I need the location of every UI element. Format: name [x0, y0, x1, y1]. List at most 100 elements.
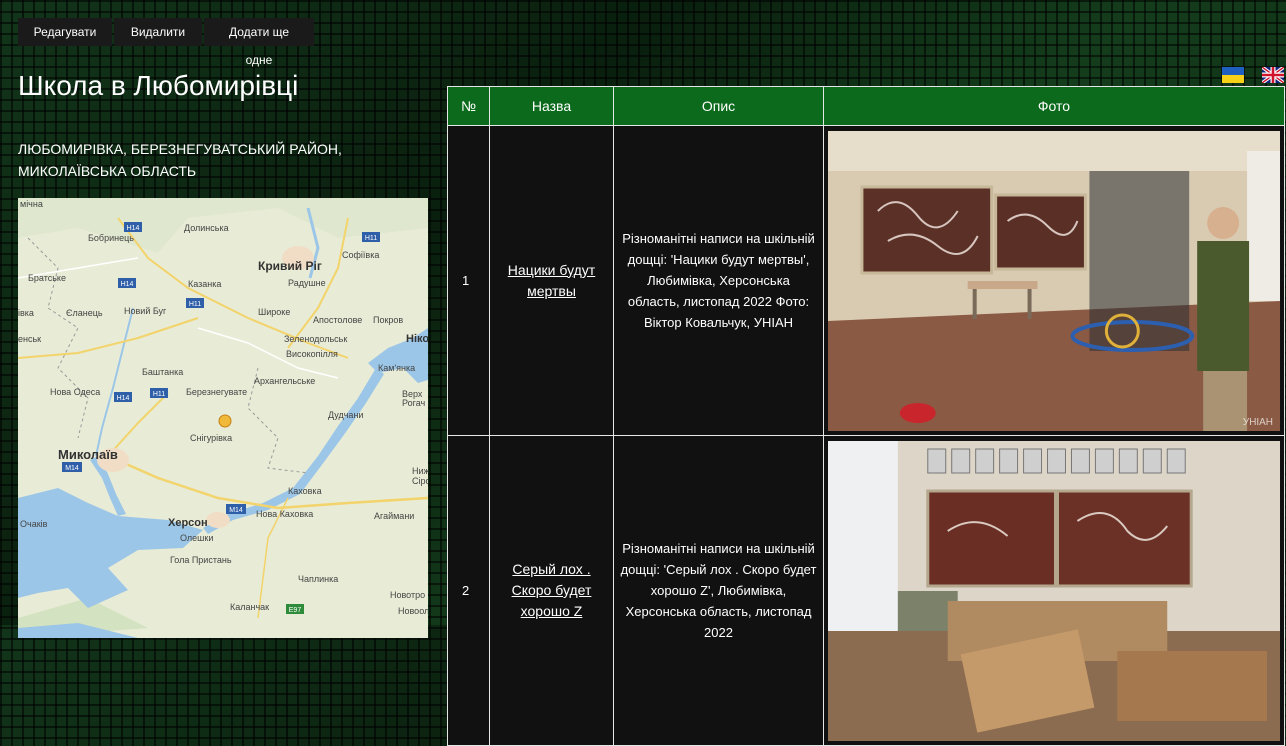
photo-window — [1247, 150, 1280, 301]
ukraine-flag-icon[interactable] — [1222, 67, 1244, 83]
photo-ceiling — [828, 130, 1280, 171]
map-label: Долинська — [184, 223, 229, 233]
svg-text:H14: H14 — [117, 395, 130, 402]
route-shield-h14: H14 — [124, 222, 142, 232]
photo-image — [828, 440, 1280, 741]
map-label-major: Херсон — [168, 517, 208, 529]
map-label: Чаплинка — [298, 574, 338, 584]
map-label: Сірог — [412, 476, 428, 486]
svg-text:H11: H11 — [365, 235, 377, 242]
map-label: Нова Каховка — [256, 509, 313, 519]
map-label: Кам'янка — [378, 363, 415, 373]
edit-button[interactable]: Редагувати — [18, 18, 112, 46]
map-label: Єланець — [66, 308, 103, 318]
location-pin-icon[interactable] — [218, 414, 232, 428]
svg-text:H14: H14 — [121, 281, 134, 288]
photo-chalkboard — [860, 185, 994, 274]
photo-portraits — [927, 448, 1186, 473]
page-title: Школа в Любомирівці — [18, 70, 299, 101]
map-label: Ниж — [412, 466, 428, 476]
map-label-major: Миколаїв — [58, 447, 118, 462]
svg-text:H14: H14 — [127, 225, 140, 232]
map-label: Бобринець — [88, 233, 134, 243]
map-label: Новотро — [390, 590, 425, 600]
photo-person-head — [1207, 206, 1240, 239]
map-label: івка — [18, 308, 34, 318]
map-canvas: H14 H11 H14 H11 H11 H14 M14 M14 E97 мічн… — [18, 198, 428, 638]
classroom-photo[interactable] — [828, 440, 1280, 741]
column-header-number: № — [447, 86, 490, 126]
column-header-name: Назва — [489, 86, 614, 126]
photo-desk — [967, 280, 1038, 289]
photo-debris — [899, 402, 936, 423]
table-row: 2 Серый лох . Скоро будет хорошо Z Різно… — [447, 435, 1285, 746]
svg-text:H11: H11 — [153, 391, 165, 398]
map-label-major: Кривий Ріг — [258, 259, 322, 273]
map-label: мічна — [20, 199, 43, 209]
map-city-area — [206, 512, 230, 528]
map-label: Зеленодольськ — [284, 334, 347, 344]
row-photo-cell: УНІАН — [823, 125, 1285, 436]
row-number: 2 — [447, 435, 490, 746]
map-label: Братське — [28, 273, 66, 283]
map-label: Агаймани — [374, 511, 414, 521]
map-label: Каховка — [288, 486, 322, 496]
route-shield-m14-2: M14 — [226, 504, 246, 514]
map-label: Нова Одеса — [50, 387, 100, 397]
photo-person-legs — [1203, 370, 1248, 431]
route-shield-m14: M14 — [62, 462, 82, 472]
column-header-description: Опис — [613, 86, 824, 126]
table-header-row: № Назва Опис Фото — [447, 86, 1285, 126]
map-label: Дудчани — [328, 410, 363, 420]
delete-button[interactable]: Видалити — [114, 18, 202, 46]
map-label: Радушне — [288, 278, 326, 288]
add-another-button[interactable]: Додати ще одне — [204, 18, 314, 67]
svg-text:M14: M14 — [229, 507, 243, 514]
row-name-link[interactable]: Нацики будут мертвы — [508, 262, 595, 299]
photo-desk-leg — [972, 288, 977, 319]
map-label: Очаків — [20, 519, 48, 529]
photos-table: № Назва Опис Фото 1 Нацики будут мертвы … — [447, 86, 1285, 746]
map-label: Каланчак — [230, 602, 269, 612]
map-label: Рогач — [402, 398, 426, 408]
map-label: енськ — [18, 334, 41, 344]
map-label: Баштанка — [142, 367, 183, 377]
route-shield-h14-2: H14 — [118, 278, 136, 288]
photo-chalkboard — [1055, 489, 1193, 587]
location-map[interactable]: H14 H11 H14 H11 H11 H14 M14 M14 E97 мічн… — [18, 198, 428, 638]
map-label: Широке — [258, 307, 290, 317]
route-shield-h11-3: H11 — [150, 388, 168, 398]
row-name-link[interactable]: Серый лох . Скоро будет хорошо Z — [512, 561, 592, 619]
photo-person-body — [1197, 240, 1250, 371]
route-shield-h14-3: H14 — [114, 392, 132, 402]
uk-flag-icon[interactable] — [1262, 67, 1284, 83]
photo-watermark: УНІАН — [1243, 416, 1273, 427]
photo-image: УНІАН — [828, 130, 1280, 431]
row-name-cell: Серый лох . Скоро будет хорошо Z — [489, 435, 614, 746]
svg-text:M14: M14 — [65, 465, 79, 472]
row-name-cell: Нацики будут мертвы — [489, 125, 614, 436]
map-label: Новий Буг — [124, 306, 167, 316]
map-label: Новоол — [398, 606, 428, 616]
photo-desk-leg — [1027, 288, 1032, 319]
classroom-photo[interactable]: УНІАН — [828, 130, 1280, 431]
map-label: Софіївка — [342, 250, 379, 260]
photo-curtain — [828, 440, 898, 641]
map-label: Казанка — [188, 279, 221, 289]
route-shield-h11: H11 — [362, 232, 380, 242]
map-label: Покров — [373, 315, 403, 325]
svg-text:H11: H11 — [189, 301, 201, 308]
route-shield-e97: E97 — [286, 604, 304, 614]
table-row: 1 Нацики будут мертвы Різноманітні напис… — [447, 125, 1285, 436]
map-label: Апостолове — [313, 315, 362, 325]
row-number: 1 — [447, 125, 490, 436]
map-label: Олешки — [180, 533, 213, 543]
map-label: Архангельське — [254, 376, 315, 386]
row-photo-cell — [823, 435, 1285, 746]
map-label: Гола Пристань — [170, 555, 232, 565]
photo-broken-desks — [1117, 650, 1268, 721]
map-label-major: Нікоп — [406, 333, 428, 345]
svg-text:E97: E97 — [289, 607, 302, 614]
route-shield-h11-2: H11 — [186, 298, 204, 308]
column-header-photo: Фото — [823, 86, 1285, 126]
